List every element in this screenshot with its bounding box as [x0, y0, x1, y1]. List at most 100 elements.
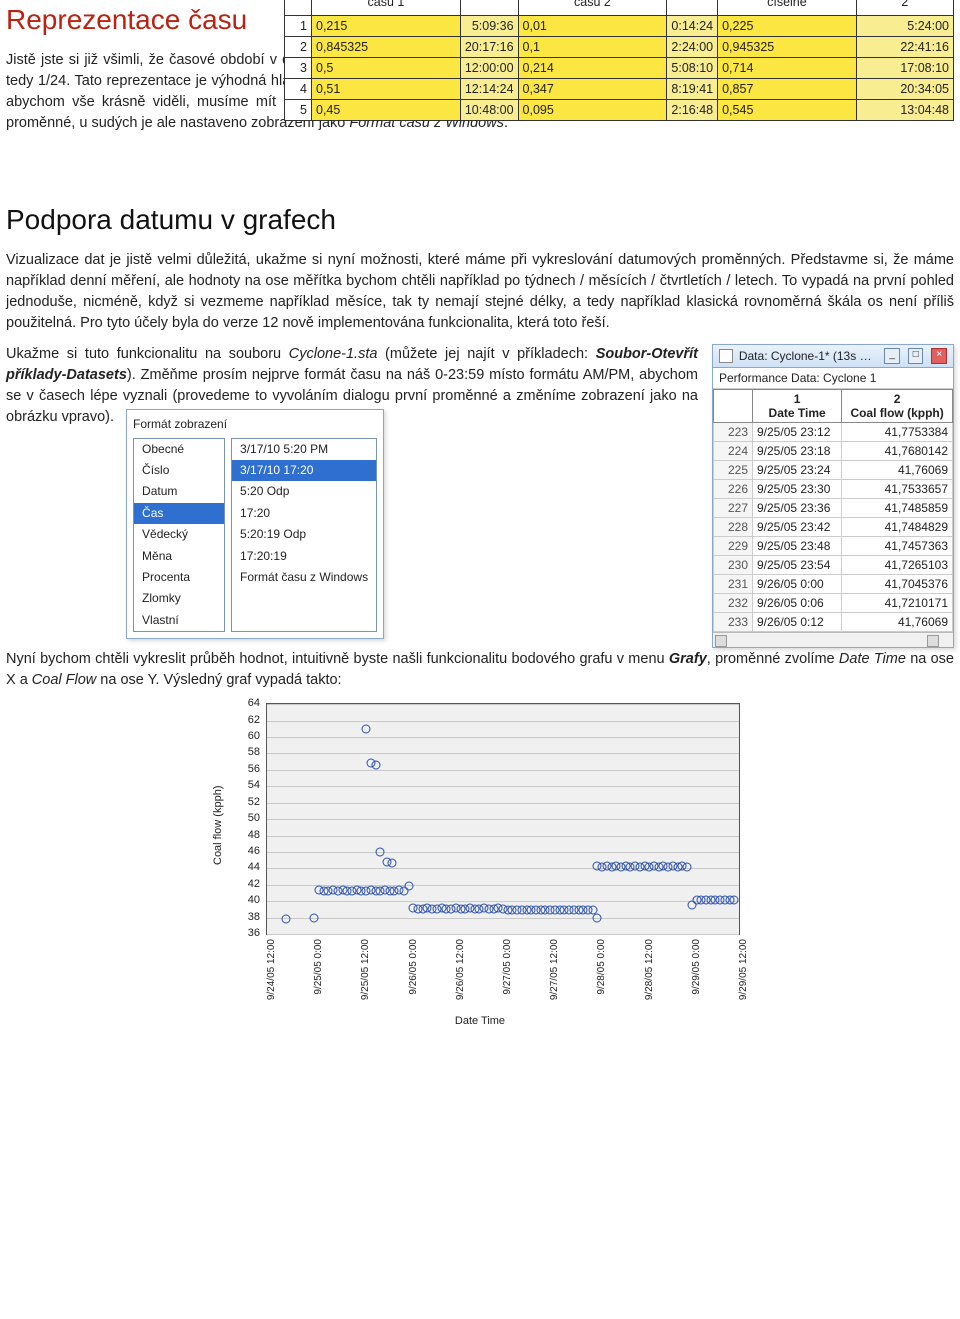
table-icon: [719, 349, 733, 363]
table-row[interactable]: 2309/25/05 23:5441,7265103: [714, 556, 953, 575]
data-grid-cell[interactable]: 41,7753384: [842, 423, 953, 442]
data-grid-cell[interactable]: 41,7210171: [842, 594, 953, 613]
list-item[interactable]: 3/17/10 5:20 PM: [232, 439, 376, 460]
chart-xlabel: Date Time: [220, 1015, 740, 1027]
chart-xtick: 9/25/05 0:00: [313, 939, 324, 995]
data-grid-cell[interactable]: 9/25/05 23:36: [753, 499, 842, 518]
time-table-cell: 5:24:00: [856, 16, 953, 37]
list-item[interactable]: 17:20:19: [232, 546, 376, 567]
time-table-cell: 13:04:48: [856, 100, 953, 121]
time-table-cell: 0,347: [518, 79, 667, 100]
table-row[interactable]: 2249/25/05 23:1841,7680142: [714, 442, 953, 461]
data-grid-cell[interactable]: 41,76069: [842, 613, 953, 632]
data-window-title: Data: Cyclone-1* (13s krát 1…: [739, 349, 877, 363]
time-table-cell: 0,215: [312, 16, 461, 37]
list-item[interactable]: Obecné: [134, 439, 224, 460]
time-table-cell: 8:19:41: [667, 79, 718, 100]
chart-ytick: 40: [248, 894, 260, 906]
data-grid-cell[interactable]: 226: [714, 480, 753, 499]
data-grid-cell[interactable]: 41,7457363: [842, 537, 953, 556]
data-grid-cell[interactable]: 224: [714, 442, 753, 461]
data-grid-cell[interactable]: 9/25/05 23:30: [753, 480, 842, 499]
close-button[interactable]: ×: [931, 348, 947, 364]
data-grid-cell[interactable]: 9/26/05 0:06: [753, 594, 842, 613]
time-table-cell: 3: [285, 58, 312, 79]
list-item[interactable]: Formát času z Windows: [232, 567, 376, 588]
data-grid-cell[interactable]: 9/25/05 23:12: [753, 423, 842, 442]
list-item[interactable]: Číslo: [134, 460, 224, 481]
data-grid-cell[interactable]: 229: [714, 537, 753, 556]
data-grid-cell[interactable]: 230: [714, 556, 753, 575]
data-grid-cell[interactable]: 41,7484829: [842, 518, 953, 537]
data-grid[interactable]: 1Date Time2Coal flow (kpph) 2239/25/05 2…: [713, 389, 953, 632]
list-item[interactable]: 3/17/10 17:20: [232, 460, 376, 481]
data-grid-cell[interactable]: 41,7045376: [842, 575, 953, 594]
chart-xtick: 9/27/05 0:00: [502, 939, 513, 995]
time-table-cell: 0,225: [718, 16, 857, 37]
table-row[interactable]: 2339/26/05 0:1241,76069: [714, 613, 953, 632]
data-grid-cell[interactable]: 9/25/05 23:42: [753, 518, 842, 537]
data-grid-cell[interactable]: 223: [714, 423, 753, 442]
data-grid-cell[interactable]: 41,7680142: [842, 442, 953, 461]
list-item[interactable]: Měna: [134, 546, 224, 567]
minimize-button[interactable]: _: [884, 348, 900, 364]
list-item[interactable]: Procenta: [134, 567, 224, 588]
para-date-charts-1: Vizualizace dat je jistě velmi důležitá,…: [6, 250, 954, 334]
data-grid-cell[interactable]: 227: [714, 499, 753, 518]
time-table-cell: 20:34:05: [856, 79, 953, 100]
data-grid-cell[interactable]: 41,76069: [842, 461, 953, 480]
time-table-cell: 4: [285, 79, 312, 100]
list-item[interactable]: Vědecký: [134, 524, 224, 545]
data-grid-header[interactable]: 2Coal flow (kpph): [842, 390, 953, 423]
time-table-cell: 1: [285, 16, 312, 37]
time-table-header: součet časů 1 a 2: [856, 0, 953, 16]
horizontal-scrollbar[interactable]: [713, 632, 953, 647]
data-grid-cell[interactable]: 228: [714, 518, 753, 537]
list-item[interactable]: Čas: [134, 503, 224, 524]
data-grid-cell[interactable]: 9/25/05 23:48: [753, 537, 842, 556]
table-row[interactable]: 2319/26/05 0:0041,7045376: [714, 575, 953, 594]
data-grid-cell[interactable]: 233: [714, 613, 753, 632]
table-row[interactable]: 2279/25/05 23:3641,7485859: [714, 499, 953, 518]
data-grid-header[interactable]: [714, 390, 753, 423]
table-row[interactable]: 2259/25/05 23:2441,76069: [714, 461, 953, 480]
data-grid-cell[interactable]: 41,7485859: [842, 499, 953, 518]
data-grid-cell[interactable]: 9/25/05 23:24: [753, 461, 842, 480]
table-row[interactable]: 2299/25/05 23:4841,7457363: [714, 537, 953, 556]
time-table-cell: 0:14:24: [667, 16, 718, 37]
data-grid-cell[interactable]: 41,7265103: [842, 556, 953, 575]
list-item[interactable]: Zlomky: [134, 588, 224, 609]
format-category-list[interactable]: ObecnéČísloDatumČasVědeckýMěnaProcentaZl…: [133, 438, 225, 633]
time-table-cell: 0,45: [312, 100, 461, 121]
table-row[interactable]: 2289/25/05 23:4241,7484829: [714, 518, 953, 537]
list-item[interactable]: 17:20: [232, 503, 376, 524]
table-row[interactable]: 2239/25/05 23:1241,7753384: [714, 423, 953, 442]
data-grid-cell[interactable]: 9/26/05 0:12: [753, 613, 842, 632]
data-grid-cell[interactable]: 9/26/05 0:00: [753, 575, 842, 594]
data-grid-cell[interactable]: 232: [714, 594, 753, 613]
data-grid-cell[interactable]: 9/25/05 23:54: [753, 556, 842, 575]
chart-xtick: 9/29/05 12:00: [738, 939, 749, 1000]
time-table-cell: 0,5: [312, 58, 461, 79]
time-table-cell: 12:00:00: [460, 58, 518, 79]
data-grid-header[interactable]: 1Date Time: [753, 390, 842, 423]
format-value-list[interactable]: 3/17/10 5:20 PM3/17/10 17:205:20 Odp17:2…: [231, 438, 377, 633]
time-table-cell: 0,1: [518, 37, 667, 58]
data-grid-cell[interactable]: 231: [714, 575, 753, 594]
data-grid-cell[interactable]: 225: [714, 461, 753, 480]
maximize-button[interactable]: □: [908, 348, 924, 364]
chart-point: [404, 882, 413, 891]
table-row[interactable]: 2269/25/05 23:3041,7533657: [714, 480, 953, 499]
table-row[interactable]: 2329/26/05 0:0641,7210171: [714, 594, 953, 613]
data-grid-cell[interactable]: 9/25/05 23:18: [753, 442, 842, 461]
data-grid-cell[interactable]: 41,7533657: [842, 480, 953, 499]
chart-ytick: 60: [248, 730, 260, 742]
chart-ytick: 52: [248, 796, 260, 808]
list-item[interactable]: Datum: [134, 481, 224, 502]
list-item[interactable]: Vlastní: [134, 610, 224, 631]
list-item[interactable]: 5:20 Odp: [232, 481, 376, 502]
time-table-cell: 5:09:36: [460, 16, 518, 37]
chart-xtick: 9/29/05 0:00: [691, 939, 702, 995]
chart-ytick: 48: [248, 829, 260, 841]
list-item[interactable]: 5:20:19 Odp: [232, 524, 376, 545]
